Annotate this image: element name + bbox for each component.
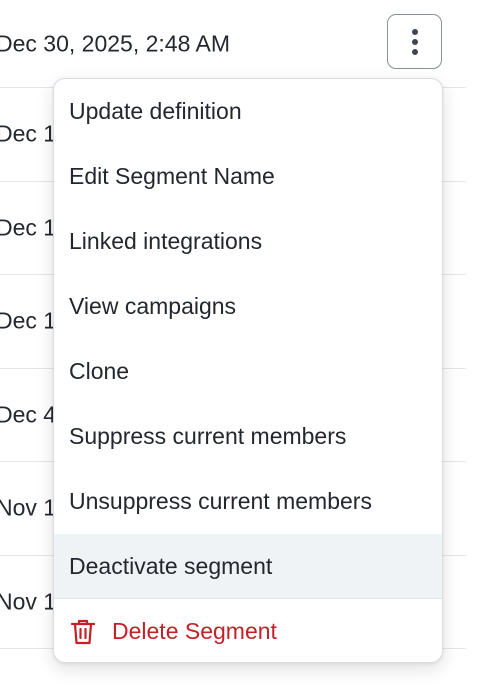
menu-item-label: Unsuppress current members (69, 488, 372, 514)
menu-item-label: Suppress current members (69, 423, 347, 449)
menu-item-label: Edit Segment Name (69, 163, 275, 189)
menu-item-label: Clone (69, 358, 130, 384)
menu-item-label: View campaigns (69, 293, 237, 319)
menu-item-deactivate-segment[interactable]: Deactivate segment (54, 534, 442, 599)
row-date: Dec 1 (0, 214, 57, 241)
menu-item-edit-segment-name[interactable]: Edit Segment Name (54, 144, 442, 209)
menu-item-label: Update definition (69, 98, 242, 124)
row-date: Nov 1 (0, 494, 57, 521)
menu-item-unsuppress-members[interactable]: Unsuppress current members (54, 469, 442, 534)
menu-item-view-campaigns[interactable]: View campaigns (54, 274, 442, 339)
trash-icon (69, 618, 97, 646)
row-actions-menu: Update definition Edit Segment Name Link… (53, 78, 443, 663)
kebab-vertical-icon (411, 28, 418, 35)
pagination-next-icon[interactable]: › (424, 682, 431, 690)
segments-page: Dec 30, 2025, 2:48 AM Dec 1 Dec 1 Dec 1 … (0, 0, 484, 690)
menu-item-suppress-members[interactable]: Suppress current members (54, 404, 442, 469)
menu-item-clone[interactable]: Clone (54, 339, 442, 404)
kebab-vertical-icon (411, 48, 418, 55)
pagination-prev-icon[interactable]: ‹ (206, 682, 213, 690)
menu-item-label: Deactivate segment (69, 553, 273, 579)
menu-item-update-definition[interactable]: Update definition (54, 79, 442, 144)
row-date: Dec 30, 2025, 2:48 AM (0, 30, 230, 56)
menu-item-label: Delete Segment (112, 618, 277, 644)
kebab-vertical-icon (411, 38, 418, 45)
menu-item-label: Linked integrations (69, 228, 263, 254)
row-date: Dec 1 (0, 307, 57, 334)
row-actions-button[interactable] (387, 14, 442, 69)
row-date: Dec 1 (0, 120, 57, 147)
menu-item-delete-segment[interactable]: Delete Segment (54, 599, 442, 662)
menu-item-linked-integrations[interactable]: Linked integrations (54, 209, 442, 274)
row-date: Dec 4 (0, 401, 57, 428)
row-date: Nov 1 (0, 588, 57, 615)
